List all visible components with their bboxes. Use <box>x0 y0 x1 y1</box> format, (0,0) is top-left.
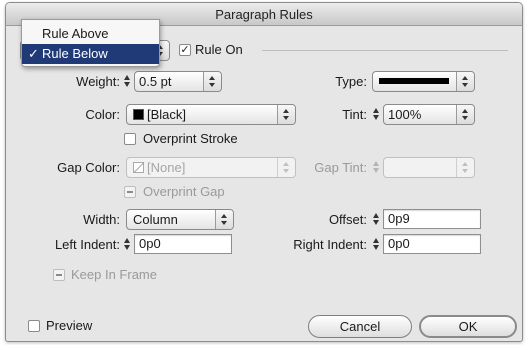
width-arrows-icon <box>215 210 233 229</box>
solid-stroke-swatch <box>379 78 449 84</box>
gap-color-arrows-icon <box>277 158 295 177</box>
paragraph-rules-dialog: Paragraph Rules Rule Below ✓ Rule On Wei… <box>5 2 523 342</box>
color-popup[interactable]: [Black] <box>126 104 296 125</box>
gap-tint-arrows-icon[interactable] <box>456 158 474 177</box>
type-arrows-icon <box>456 72 474 91</box>
width-label: Width: <box>83 212 120 227</box>
right-indent-stepper-icon[interactable] <box>372 235 381 253</box>
tint-value: 100% <box>388 107 422 122</box>
width-popup[interactable]: Column <box>126 209 234 230</box>
gap-color-popup[interactable]: [None] <box>126 157 296 178</box>
tint-stepper-icon[interactable] <box>372 105 381 123</box>
checkmark-icon: ✓ <box>28 46 39 61</box>
rule-on-label: Rule On <box>195 42 243 57</box>
left-indent-input[interactable]: 0p0 <box>134 234 232 254</box>
weight-arrows-icon[interactable] <box>203 72 221 91</box>
color-value: [Black] <box>147 107 187 122</box>
color-label: Color: <box>85 107 120 122</box>
checkmark-icon: ✓ <box>180 44 190 56</box>
tint-arrows-icon[interactable] <box>456 105 474 124</box>
cancel-button[interactable]: Cancel <box>308 315 412 338</box>
ok-button[interactable]: OK <box>419 315 517 338</box>
rule-type-menu: Rule Above ✓ Rule Below <box>21 19 160 67</box>
left-indent-label: Left Indent: <box>54 237 120 252</box>
weight-value: 0.5 pt <box>139 74 172 89</box>
menu-item-label: Rule Above <box>42 26 109 41</box>
right-indent-input[interactable]: 0p0 <box>383 234 481 254</box>
rule-on-checkbox[interactable]: ✓ <box>179 44 191 56</box>
menu-item-rule-above[interactable]: Rule Above <box>22 24 159 44</box>
menu-item-label: Rule Below <box>42 46 108 61</box>
preview-checkbox[interactable] <box>28 320 40 332</box>
offset-stepper-icon[interactable] <box>372 210 381 228</box>
weight-combo[interactable]: 0.5 pt <box>134 71 222 92</box>
gap-tint-combo[interactable] <box>383 157 475 178</box>
color-arrows-icon <box>277 105 295 124</box>
overprint-stroke-checkbox[interactable] <box>124 133 136 145</box>
black-swatch-icon <box>133 109 144 120</box>
gap-color-label: Gap Color: <box>57 160 120 175</box>
keep-in-frame-label: Keep In Frame <box>71 267 157 282</box>
offset-input[interactable]: 0p9 <box>383 209 481 229</box>
gap-tint-stepper-icon[interactable] <box>372 158 381 176</box>
none-swatch-icon <box>133 162 144 173</box>
width-value: Column <box>133 212 178 227</box>
overprint-stroke-label: Overprint Stroke <box>143 131 238 146</box>
section-divider <box>262 50 508 51</box>
gap-color-value: [None] <box>147 160 186 175</box>
menu-item-rule-below[interactable]: ✓ Rule Below <box>22 44 159 64</box>
keep-in-frame-checkbox[interactable] <box>53 269 65 281</box>
preview-label: Preview <box>46 318 93 333</box>
overprint-gap-checkbox[interactable] <box>124 186 136 198</box>
weight-stepper-icon[interactable] <box>123 72 132 90</box>
gap-tint-label: Gap Tint: <box>314 160 367 175</box>
left-indent-stepper-icon[interactable] <box>123 235 132 253</box>
tint-combo[interactable]: 100% <box>383 104 475 125</box>
type-popup[interactable] <box>372 71 475 92</box>
offset-label: Offset: <box>328 212 367 227</box>
tint-label: Tint: <box>342 107 367 122</box>
overprint-gap-label: Overprint Gap <box>143 184 225 199</box>
weight-label: Weight: <box>76 74 120 89</box>
right-indent-label: Right Indent: <box>293 237 367 252</box>
type-label: Type: <box>335 74 367 89</box>
